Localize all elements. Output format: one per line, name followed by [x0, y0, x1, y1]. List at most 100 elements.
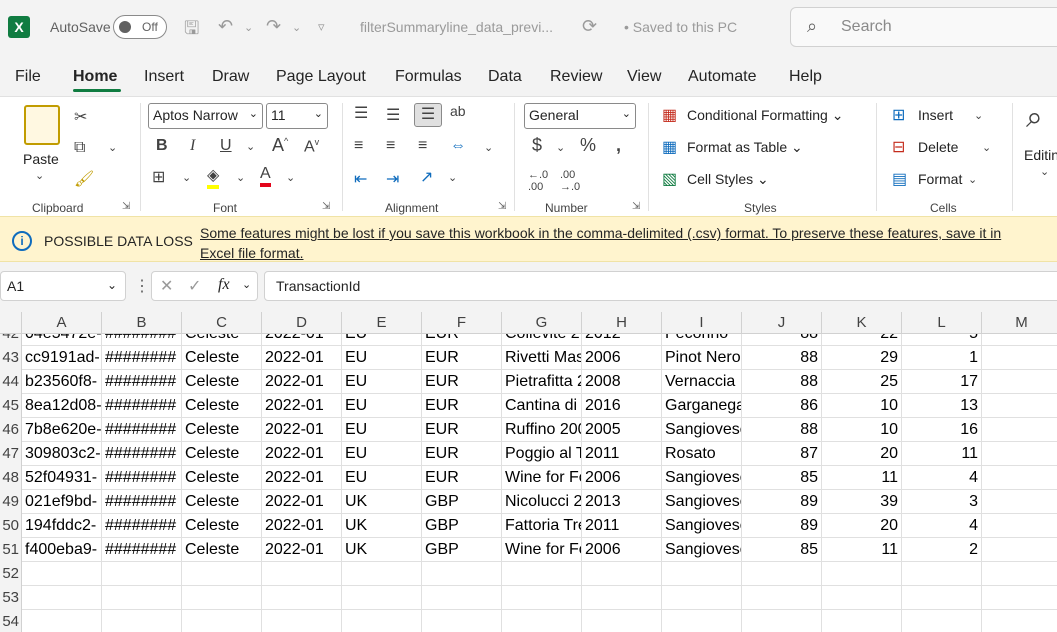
- chevron-down-icon[interactable]: ⌄: [242, 278, 251, 291]
- percent-icon[interactable]: %: [580, 135, 596, 156]
- paste-icon[interactable]: [24, 105, 60, 145]
- cell-h46[interactable]: 2005: [582, 418, 662, 442]
- column-header-b[interactable]: B: [102, 312, 182, 334]
- insert-function-icon[interactable]: fx: [218, 276, 230, 294]
- cell-g53[interactable]: [502, 586, 582, 610]
- cell-e53[interactable]: [342, 586, 422, 610]
- cell-i46[interactable]: Sangiovese: [662, 418, 742, 442]
- column-header-m[interactable]: M: [982, 312, 1057, 334]
- column-header-h[interactable]: H: [582, 312, 662, 334]
- cell-f46[interactable]: EUR: [422, 418, 502, 442]
- cell-d50[interactable]: 2022-01: [262, 514, 342, 538]
- menu-formulas[interactable]: Formulas: [395, 68, 462, 86]
- cell-d51[interactable]: 2022-01: [262, 538, 342, 562]
- cell-l47[interactable]: 11: [902, 442, 982, 466]
- cell-b45[interactable]: ########: [102, 394, 182, 418]
- cell-f48[interactable]: EUR: [422, 466, 502, 490]
- cell-k50[interactable]: 20: [822, 514, 902, 538]
- cell-j47[interactable]: 87: [742, 442, 822, 466]
- cell-a45[interactable]: 8ea12d08-: [22, 394, 102, 418]
- format-cells-button[interactable]: Format: [918, 171, 962, 187]
- row-header[interactable]: 53: [0, 586, 22, 610]
- row-header[interactable]: 54: [0, 610, 22, 632]
- cell-g43[interactable]: Rivetti Mas: [502, 346, 582, 370]
- copy-dropdown-icon[interactable]: ⌄: [108, 141, 117, 154]
- row-header[interactable]: 48: [0, 466, 22, 490]
- cell-m51[interactable]: [982, 538, 1057, 562]
- cell-g45[interactable]: Cantina di: [502, 394, 582, 418]
- column-header-f[interactable]: F: [422, 312, 502, 334]
- cell-e43[interactable]: EU: [342, 346, 422, 370]
- format-as-table-button[interactable]: Format as Table ⌄: [687, 139, 803, 156]
- cell-h43[interactable]: 2006: [582, 346, 662, 370]
- cell-e49[interactable]: UK: [342, 490, 422, 514]
- cell-l45[interactable]: 13: [902, 394, 982, 418]
- cell-m46[interactable]: [982, 418, 1057, 442]
- cell-g48[interactable]: Wine for Fo: [502, 466, 582, 490]
- row-header[interactable]: 47: [0, 442, 22, 466]
- cell-g46[interactable]: Ruffino 200: [502, 418, 582, 442]
- delete-cells-button[interactable]: Delete: [918, 139, 958, 155]
- cell-j54[interactable]: [742, 610, 822, 632]
- redo-dropdown-icon[interactable]: ⌄: [292, 21, 301, 34]
- cell-m47[interactable]: [982, 442, 1057, 466]
- cell-styles-icon[interactable]: ▧: [662, 169, 677, 189]
- alignment-launcher-icon[interactable]: ⇲: [498, 201, 506, 212]
- row-header[interactable]: 52: [0, 562, 22, 586]
- cell-c47[interactable]: Celeste: [182, 442, 262, 466]
- align-right-icon[interactable]: ≡: [418, 137, 427, 155]
- paste-dropdown-icon[interactable]: ⌄: [35, 169, 44, 182]
- conditional-formatting-button[interactable]: Conditional Formatting ⌄: [687, 107, 843, 124]
- row-header[interactable]: 45: [0, 394, 22, 418]
- cell-f43[interactable]: EUR: [422, 346, 502, 370]
- cell-d53[interactable]: [262, 586, 342, 610]
- cell-c52[interactable]: [182, 562, 262, 586]
- cell-e51[interactable]: UK: [342, 538, 422, 562]
- cell-g47[interactable]: Poggio al T: [502, 442, 582, 466]
- currency-dropdown-icon[interactable]: ⌄: [556, 141, 565, 154]
- cell-f54[interactable]: [422, 610, 502, 632]
- italic-icon[interactable]: I: [190, 137, 195, 155]
- cell-m48[interactable]: [982, 466, 1057, 490]
- cell-f44[interactable]: EUR: [422, 370, 502, 394]
- menu-draw[interactable]: Draw: [212, 68, 249, 86]
- increase-decimal-icon[interactable]: ←.0.00: [528, 169, 548, 193]
- cell-d45[interactable]: 2022-01: [262, 394, 342, 418]
- cell-a48[interactable]: 52f04931-: [22, 466, 102, 490]
- cell-m54[interactable]: [982, 610, 1057, 632]
- cell-b46[interactable]: ########: [102, 418, 182, 442]
- cell-l53[interactable]: [902, 586, 982, 610]
- cell-k54[interactable]: [822, 610, 902, 632]
- currency-icon[interactable]: $: [532, 135, 542, 156]
- cell-m50[interactable]: [982, 514, 1057, 538]
- font-color-dropdown-icon[interactable]: ⌄: [286, 171, 295, 184]
- cell-b47[interactable]: ########: [102, 442, 182, 466]
- format-as-table-icon[interactable]: ▦: [662, 137, 677, 157]
- menu-insert[interactable]: Insert: [144, 68, 184, 86]
- cell-i44[interactable]: Vernaccia: [662, 370, 742, 394]
- cell-h53[interactable]: [582, 586, 662, 610]
- cell-b51[interactable]: ########: [102, 538, 182, 562]
- cell-g44[interactable]: Pietrafitta 2: [502, 370, 582, 394]
- cell-k43[interactable]: 29: [822, 346, 902, 370]
- cell-j53[interactable]: [742, 586, 822, 610]
- merge-center-icon[interactable]: ⇔: [450, 137, 466, 155]
- number-format-select[interactable]: General ⌄: [524, 103, 636, 129]
- cell-h45[interactable]: 2016: [582, 394, 662, 418]
- underline-icon[interactable]: U: [220, 137, 232, 155]
- column-header-e[interactable]: E: [342, 312, 422, 334]
- cell-styles-button[interactable]: Cell Styles ⌄: [687, 171, 769, 188]
- cell-b44[interactable]: ########: [102, 370, 182, 394]
- decrease-font-icon[interactable]: Av: [304, 137, 319, 156]
- column-header-j[interactable]: J: [742, 312, 822, 334]
- cell-k46[interactable]: 10: [822, 418, 902, 442]
- cell-e52[interactable]: [342, 562, 422, 586]
- cell-b54[interactable]: [102, 610, 182, 632]
- cell-j44[interactable]: 88: [742, 370, 822, 394]
- menu-file[interactable]: File: [15, 68, 41, 86]
- cell-j45[interactable]: 86: [742, 394, 822, 418]
- row-header[interactable]: 46: [0, 418, 22, 442]
- font-color-icon[interactable]: A: [260, 165, 271, 187]
- clipboard-launcher-icon[interactable]: ⇲: [122, 201, 130, 212]
- conditional-formatting-icon[interactable]: ▦: [662, 105, 677, 125]
